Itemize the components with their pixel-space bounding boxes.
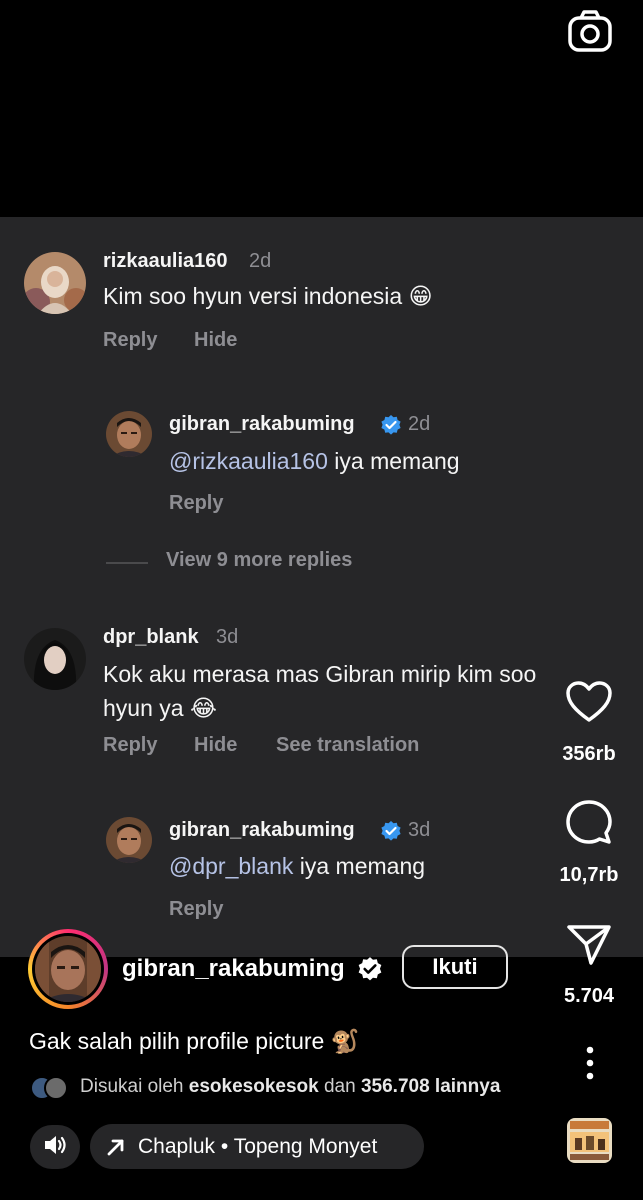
poster-avatar[interactable] — [28, 929, 108, 1009]
laughing-emoji: 😂 — [189, 695, 217, 721]
liked-by-prefix: Disukai oleh — [80, 1076, 189, 1097]
liker-avatars[interactable] — [30, 1076, 70, 1100]
paper-plane-icon[interactable] — [566, 922, 612, 966]
comment-bubble-icon[interactable] — [565, 799, 613, 847]
video-area[interactable] — [0, 0, 643, 217]
reply-text-body: iya memang — [327, 448, 460, 474]
reply-text: @dpr_blank iya memang — [169, 849, 425, 883]
mention-link[interactable]: @rizkaaulia160 — [169, 448, 328, 474]
avatar[interactable] — [106, 411, 152, 457]
more-vertical-icon[interactable] — [580, 1046, 600, 1080]
share-count: 5.704 — [563, 985, 615, 1007]
liked-by-middle: dan — [318, 1076, 361, 1097]
hide-button[interactable]: Hide — [194, 734, 237, 757]
view-replies-divider — [106, 562, 148, 564]
verified-badge-icon — [380, 414, 402, 436]
avatar[interactable] — [106, 817, 152, 863]
speaker-icon — [43, 1134, 67, 1161]
comment-username[interactable]: rizkaaulia160 — [103, 250, 228, 273]
comment-count: 10,7rb — [559, 864, 619, 886]
mention-link[interactable]: @dpr_blank — [169, 853, 293, 879]
comments-panel: rizkaaulia160 2d Kim soo hyun versi indo… — [0, 217, 643, 957]
reply-username[interactable]: gibran_rakabuming — [169, 819, 355, 842]
verified-badge-icon — [380, 820, 402, 842]
follow-button[interactable]: Ikuti — [402, 945, 508, 989]
reply-button[interactable]: Reply — [169, 898, 223, 921]
reply-time: 3d — [408, 819, 431, 841]
reply-username[interactable]: gibran_rakabuming — [169, 413, 355, 436]
comment-time: 3d — [216, 626, 239, 648]
arrow-up-right-icon — [106, 1137, 126, 1157]
reply-button[interactable]: Reply — [169, 492, 223, 515]
avatar[interactable] — [24, 252, 86, 314]
music-pill[interactable]: Chapluk • Topeng Monyet — [90, 1124, 424, 1169]
caption-text: Gak salah pilih profile picture — [29, 1028, 325, 1054]
music-label: Chapluk • Topeng Monyet — [138, 1134, 378, 1158]
camera-icon[interactable] — [566, 8, 614, 56]
comment-text: Kim soo hyun versi indonesia 😁 — [103, 279, 433, 313]
music-album-thumbnail[interactable] — [567, 1118, 612, 1163]
reply-text: @rizkaaulia160 iya memang — [169, 444, 460, 478]
post-caption: Gak salah pilih profile picture 🐒 — [29, 1028, 359, 1055]
liked-by-text: Disukai oleh esokesokesok dan 356.708 la… — [80, 1076, 500, 1098]
poster-username[interactable]: gibran_rakabuming — [122, 955, 345, 983]
comment-text-line2: hyun ya — [103, 695, 184, 721]
like-count: 356rb — [562, 743, 616, 765]
comment-text-line: hyun ya 😂 — [103, 691, 623, 725]
comment-text-line: Kok aku merasa mas Gibran mirip kim soo — [103, 661, 537, 687]
comment-text-body: Kim soo hyun versi indonesia — [103, 283, 403, 309]
comment-time: 2d — [249, 250, 272, 272]
avatar[interactable] — [24, 628, 86, 690]
reply-button[interactable]: Reply — [103, 329, 157, 352]
sound-toggle-button[interactable] — [30, 1125, 80, 1169]
reply-time: 2d — [408, 413, 431, 435]
heart-icon[interactable] — [565, 680, 613, 724]
liked-by-user[interactable]: esokesokesok — [189, 1076, 319, 1097]
reply-text-body: iya memang — [293, 853, 426, 879]
grinning-emoji: 😁 — [408, 283, 433, 309]
liked-by-count[interactable]: 356.708 lainnya — [361, 1076, 500, 1097]
see-translation-button[interactable]: See translation — [276, 734, 419, 757]
verified-badge-icon — [357, 956, 383, 982]
comment-username[interactable]: dpr_blank — [103, 626, 199, 649]
reply-button[interactable]: Reply — [103, 734, 157, 757]
view-more-replies-button[interactable]: View 9 more replies — [166, 549, 352, 572]
hide-button[interactable]: Hide — [194, 329, 237, 352]
comment-text: Kok aku merasa mas Gibran mirip kim soo … — [103, 657, 623, 725]
monkey-emoji: 🐒 — [330, 1028, 360, 1054]
